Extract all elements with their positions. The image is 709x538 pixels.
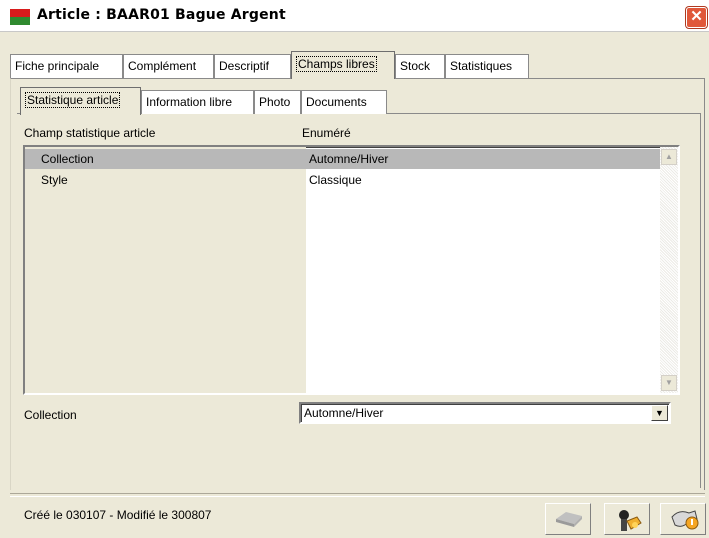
tab-statistique-article[interactable]: Statistique article: [20, 87, 141, 115]
column-header-field[interactable]: Champ statistique article: [24, 126, 155, 140]
close-button[interactable]: ✕: [686, 7, 707, 28]
eraser-icon: [556, 512, 582, 527]
tab-fiche-principale[interactable]: Fiche principale: [10, 54, 123, 78]
tab-photo[interactable]: Photo: [254, 90, 301, 114]
tab-complement[interactable]: Complément: [123, 54, 214, 78]
value-dropdown[interactable]: Automne/Hiver ▼: [299, 402, 671, 424]
app-icon: [10, 9, 30, 25]
row-value: Classique: [309, 173, 362, 187]
statistics-list[interactable]: Collection Automne/Hiver Style Classique…: [23, 145, 680, 395]
tab-statistiques[interactable]: Statistiques: [445, 54, 529, 78]
window-title: Article : BAAR01 Bague Argent: [37, 7, 286, 23]
help-icon: [671, 510, 699, 530]
tab-information-libre[interactable]: Information libre: [141, 90, 254, 114]
help-button[interactable]: [660, 503, 706, 535]
scroll-up-arrow-icon[interactable]: ▲: [661, 149, 677, 165]
list-row[interactable]: Collection Automne/Hiver: [25, 149, 662, 169]
vertical-scrollbar[interactable]: ▲ ▼: [660, 147, 678, 393]
list-row[interactable]: Style Classique: [25, 170, 662, 190]
status-text: Créé le 030107 - Modifié le 300807: [24, 508, 212, 522]
tools-button[interactable]: [604, 503, 650, 535]
tab-champs-libres[interactable]: Champs libres: [291, 51, 395, 79]
row-field: Style: [41, 173, 68, 187]
tab-stock[interactable]: Stock: [395, 54, 445, 78]
row-field: Collection: [41, 152, 94, 166]
scroll-down-arrow-icon[interactable]: ▼: [661, 375, 677, 391]
dropdown-value: Automne/Hiver: [304, 406, 384, 420]
divider: [10, 493, 705, 497]
column-header-value[interactable]: Enuméré: [302, 126, 351, 140]
tab-descriptif[interactable]: Descriptif: [214, 54, 291, 78]
row-value: Automne/Hiver: [309, 152, 389, 166]
title-bar: Article : BAAR01 Bague Argent ✕: [0, 0, 709, 32]
article-window: Article : BAAR01 Bague Argent ✕ Fiche pr…: [0, 0, 709, 538]
editor-label: Collection: [24, 408, 77, 422]
chevron-down-icon[interactable]: ▼: [651, 405, 668, 421]
tools-icon: [619, 510, 642, 531]
eraser-button[interactable]: [545, 503, 591, 535]
tab-documents[interactable]: Documents: [301, 90, 387, 114]
